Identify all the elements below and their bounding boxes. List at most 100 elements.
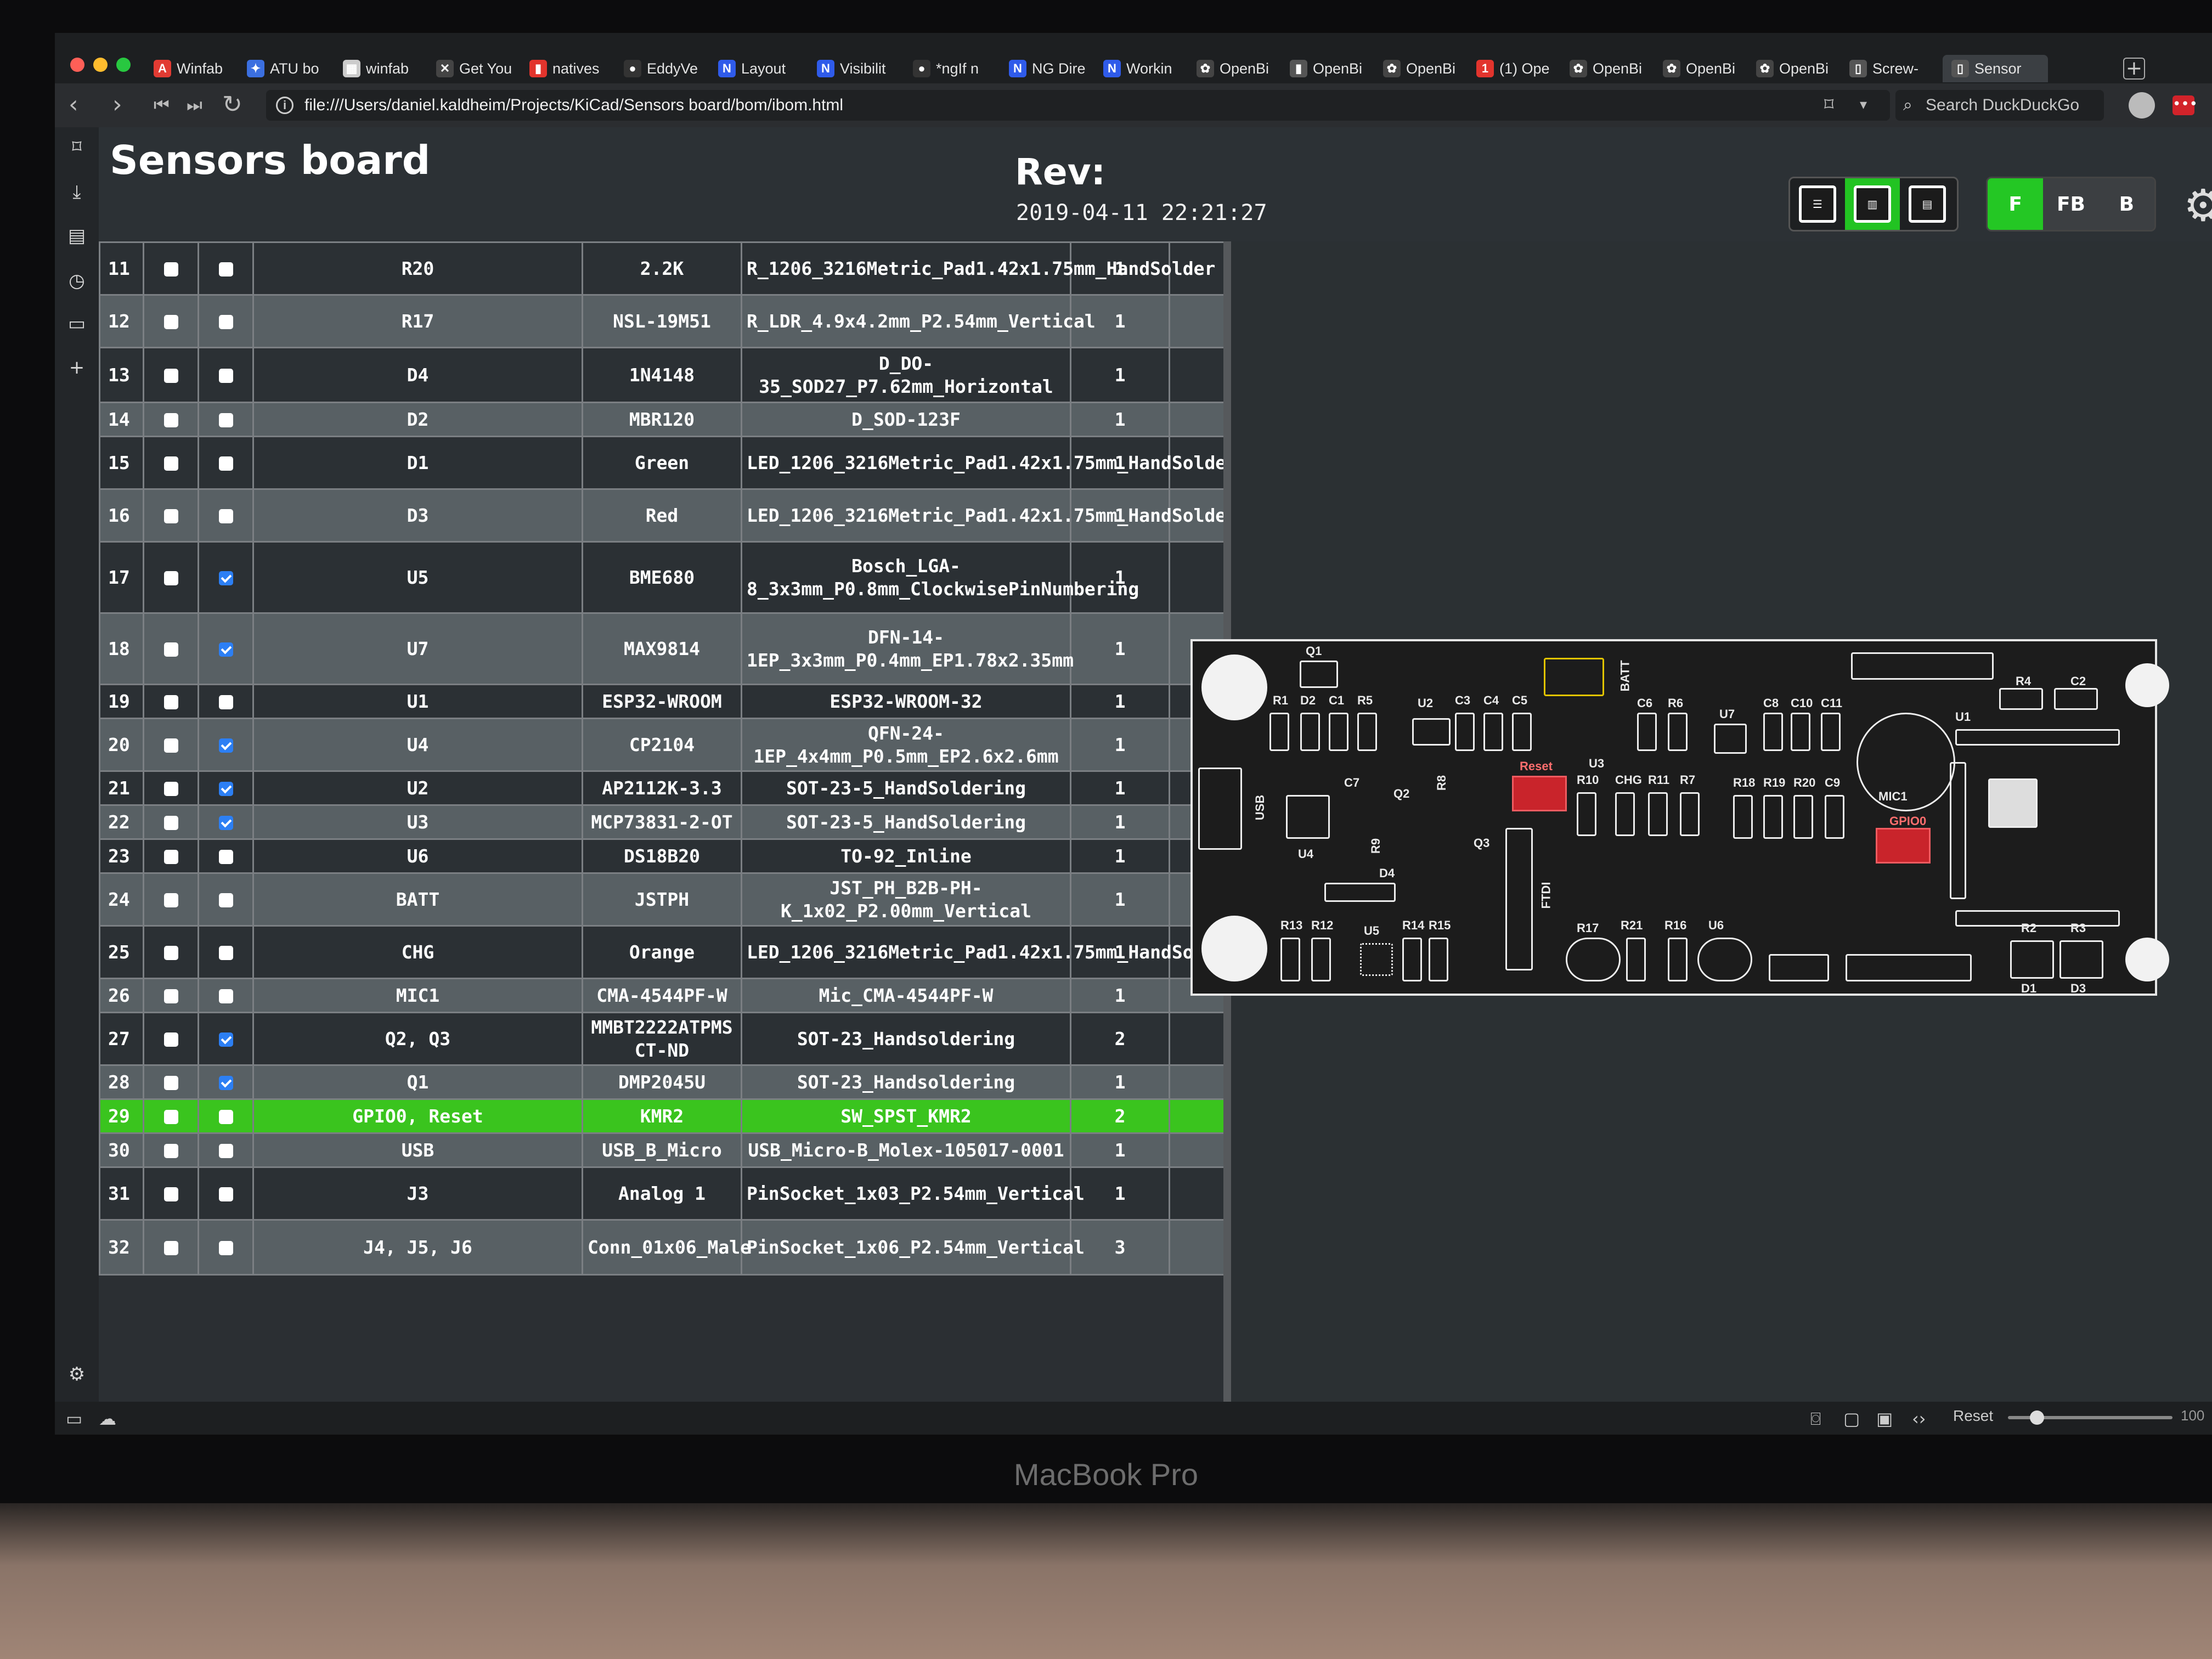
bookmarks-icon[interactable]: ⌑ (67, 137, 87, 157)
placed-checkbox[interactable] (218, 850, 233, 864)
panel-toggle-icon[interactable]: ▭ (66, 1408, 82, 1429)
table-row[interactable]: 15 D1 Green LED_1206_3216Metric_Pad1.42x1.7… (99, 436, 1237, 490)
zoom-reset-button[interactable]: Reset (1953, 1407, 1993, 1425)
table-row[interactable]: 29 GPIO0, Reset KMR2 SW_SPST_KMR2 2 (99, 1098, 1225, 1134)
front-back-side-button[interactable]: FB (2043, 178, 2099, 230)
browser-tab[interactable]: ✿ OpenBi (1663, 55, 1752, 82)
sourced-checkbox[interactable] (163, 1076, 178, 1090)
placed-checkbox[interactable] (218, 642, 233, 657)
profile-avatar[interactable] (2129, 92, 2155, 119)
placed-checkbox[interactable] (218, 1241, 233, 1255)
sourced-checkbox[interactable] (163, 1241, 178, 1255)
add-panel-icon[interactable]: + (67, 358, 87, 377)
browser-tab[interactable]: ▯ Screw- (1849, 55, 1938, 82)
search-input[interactable]: ⌕ Search DuckDuckGo (1895, 90, 2104, 121)
table-row[interactable]: 22 U3 MCP73831-2-OT SOT-23-5_HandSoldering 1 (99, 804, 1225, 840)
bom-top-drawings-bottom-button[interactable]: ▤ (1900, 178, 1955, 230)
sourced-checkbox[interactable] (163, 816, 178, 830)
browser-tab[interactable]: ✕ Get You (436, 55, 525, 82)
placed-checkbox[interactable] (218, 738, 233, 753)
browser-tab[interactable]: ▮ OpenBi (1290, 55, 1379, 82)
close-window-button[interactable] (70, 58, 84, 72)
sourced-checkbox[interactable] (163, 571, 178, 585)
bookmark-dropdown-icon[interactable]: ▾ (1860, 91, 1867, 119)
back-icon[interactable]: ‹ (69, 91, 78, 119)
placed-checkbox[interactable] (218, 1076, 233, 1090)
front-side-button[interactable]: F (1988, 178, 2044, 230)
table-row[interactable]: 20 U4 CP2104 QFN-24-1EP_4x4mm_P0.5mm_EP2.6x… (99, 718, 1225, 772)
zoom-window-button[interactable] (116, 58, 131, 72)
placed-checkbox[interactable] (218, 509, 233, 523)
sourced-checkbox[interactable] (163, 1144, 178, 1158)
placed-checkbox[interactable] (218, 893, 233, 907)
extension-icon[interactable]: ••• (2172, 95, 2198, 115)
gpio0-switch-highlight[interactable] (1876, 828, 1931, 864)
info-icon[interactable]: i (276, 97, 294, 114)
table-row[interactable]: 12 R17 NSL-19M51 R_LDR_4.9x4.2mm_P2.54mm_Ve… (99, 294, 1225, 348)
minimize-window-button[interactable] (93, 58, 108, 72)
sourced-checkbox[interactable] (163, 1110, 178, 1124)
reset-switch-highlight[interactable] (1512, 776, 1567, 811)
reload-icon[interactable]: ↻ (222, 91, 242, 119)
sourced-checkbox[interactable] (163, 738, 178, 753)
sourced-checkbox[interactable] (163, 893, 178, 907)
placed-checkbox[interactable] (218, 816, 233, 830)
panel-icon[interactable]: ▭ (67, 314, 87, 334)
table-row[interactable]: 16 D3 Red LED_1206_3216Metric_Pad1.42x1.75m… (99, 488, 1237, 543)
placed-checkbox[interactable] (218, 1144, 233, 1158)
browser-tab[interactable]: ✿ OpenBi (1383, 55, 1472, 82)
table-row[interactable]: 27 Q2, Q3 MMBT2222ATPMS CT-ND SOT-23_Handso… (99, 1012, 1225, 1066)
first-icon[interactable]: ⏮ (154, 91, 170, 119)
browser-tab[interactable]: ✦ ATU bo (247, 55, 338, 82)
cloud-icon[interactable]: ☁ (99, 1408, 116, 1429)
browser-tab[interactable]: N Visibilit (817, 55, 909, 82)
settings-icon[interactable]: ⚙ (67, 1364, 87, 1384)
sourced-checkbox[interactable] (163, 1187, 178, 1201)
placed-checkbox[interactable] (218, 456, 233, 471)
table-row[interactable]: 30 USB USB_B_Micro USB_Micro-B_Molex-105017… (99, 1132, 1225, 1168)
browser-tab[interactable]: ▯ Sensor (1943, 55, 2048, 82)
browser-tab[interactable]: ✿ OpenBi (1756, 55, 1845, 82)
bom-only-button[interactable]: ☰ (1790, 178, 1845, 230)
sourced-checkbox[interactable] (163, 1032, 178, 1047)
sourced-checkbox[interactable] (163, 642, 178, 657)
camera-icon[interactable]: ⌼ (1810, 1408, 1821, 1430)
placed-checkbox[interactable] (218, 413, 233, 427)
placed-checkbox[interactable] (218, 1032, 233, 1047)
last-icon[interactable]: ⏭ (187, 91, 202, 119)
table-row[interactable]: 13 D4 1N4148 D_DO-35_SOD27_P7.62mm_Horizont… (99, 347, 1225, 403)
browser-tab[interactable]: ● *ngIf n (913, 55, 1005, 82)
sourced-checkbox[interactable] (163, 413, 178, 427)
address-bar[interactable]: i file:///Users/daniel.kaldheim/Projects… (266, 90, 1890, 121)
sourced-checkbox[interactable] (163, 262, 178, 276)
bom-left-drawings-right-button[interactable]: ▥ (1845, 178, 1900, 230)
placed-checkbox[interactable] (218, 695, 233, 709)
placed-checkbox[interactable] (218, 1110, 233, 1124)
window-icon[interactable]: ▢ (1843, 1408, 1860, 1429)
browser-tab[interactable]: N Workin (1103, 55, 1192, 82)
sourced-checkbox[interactable] (163, 509, 178, 523)
table-row[interactable]: 11 R20 2.2K R_1206_3216Metric_Pad1.42x1.75m… (99, 241, 1225, 296)
gear-icon[interactable]: ⚙ (2183, 184, 2212, 228)
image-icon[interactable]: ▣ (1876, 1408, 1893, 1429)
table-row[interactable]: 24 BATT JSTPH JST_PH_B2B-PH-K_1x02_P2.00mm_… (99, 872, 1225, 927)
browser-tab[interactable]: ▦ winfab (343, 55, 432, 82)
placed-checkbox[interactable] (218, 946, 233, 960)
sourced-checkbox[interactable] (163, 782, 178, 796)
table-row[interactable]: 32 J4, J5, J6 Conn_01x06_Male PinSocket_1x0… (99, 1219, 1225, 1276)
back-side-button[interactable]: B (2098, 178, 2154, 230)
browser-tab[interactable]: ✿ OpenBi (1570, 55, 1658, 82)
browser-tab[interactable]: 1 (1) Ope (1476, 55, 1565, 82)
table-row[interactable]: 19 U1 ESP32-WROOM ESP32-WROOM-32 1 (99, 684, 1225, 719)
placed-checkbox[interactable] (218, 315, 233, 329)
bom-table-container[interactable]: 11 R20 2.2K R_1206_3216Metric_Pad1.42x1.75m… (99, 241, 1237, 1418)
table-row[interactable]: 25 CHG Orange LED_1206_3216Metric_Pad1.42x1… (99, 925, 1237, 979)
sourced-checkbox[interactable] (163, 369, 178, 383)
browser-tab[interactable]: N NG Dire (1009, 55, 1099, 82)
placed-checkbox[interactable] (218, 262, 233, 276)
forward-icon[interactable]: › (112, 91, 122, 119)
sourced-checkbox[interactable] (163, 850, 178, 864)
placed-checkbox[interactable] (218, 571, 233, 585)
table-row[interactable]: 14 D2 MBR120 D_SOD-123F 1 (99, 402, 1225, 437)
table-row[interactable]: 18 U7 MAX9814 DFN-14-1EP_3x3mm_P0.4mm_EP1.7… (99, 612, 1225, 685)
